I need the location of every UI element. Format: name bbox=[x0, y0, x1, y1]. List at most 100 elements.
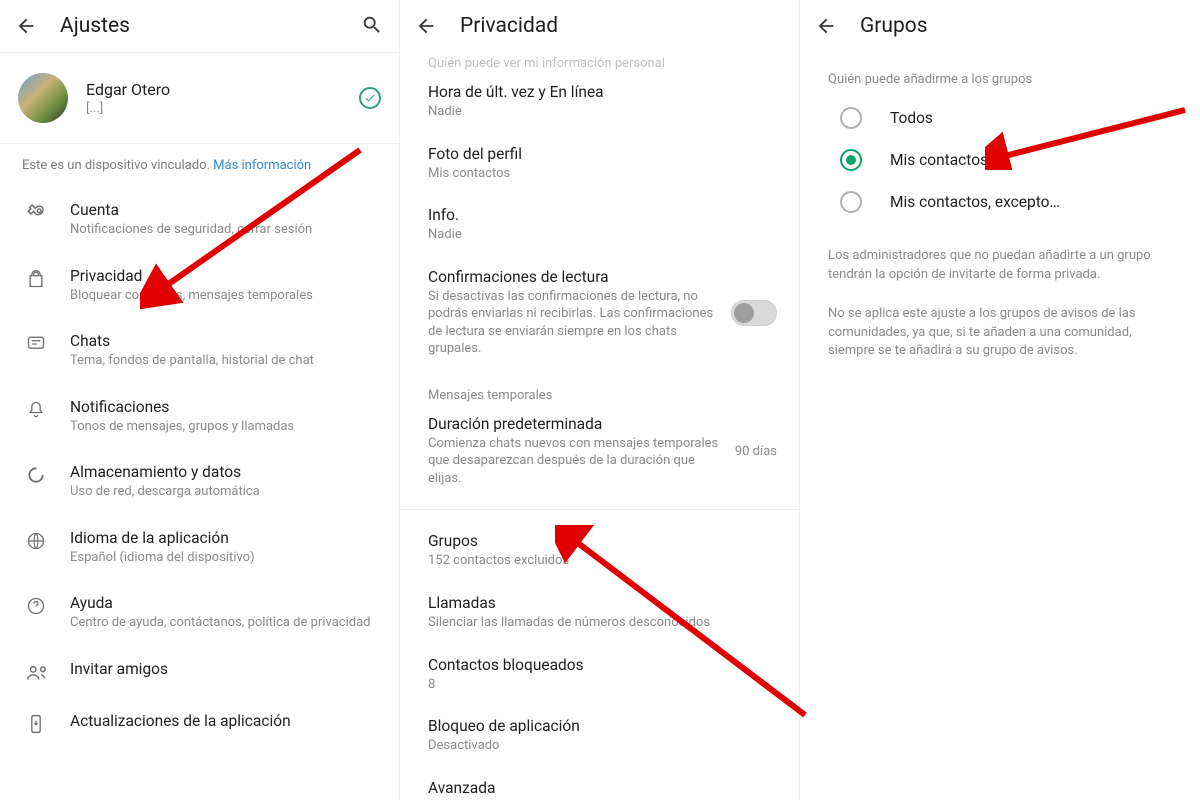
settings-sublabel: Bloquear contactos, mensajes temporales bbox=[70, 287, 381, 305]
radio-option-mis-contactos[interactable]: Mis contactos bbox=[800, 139, 1200, 181]
settings-item-almacenamiento[interactable]: Almacenamiento y datos Uso de red, desca… bbox=[0, 449, 399, 515]
item-sub: Desactivado bbox=[428, 737, 771, 755]
settings-label: Cuenta bbox=[70, 201, 381, 219]
settings-sublabel: Centro de ayuda, contáctanos, política d… bbox=[70, 614, 381, 632]
radio-label: Todos bbox=[890, 109, 933, 127]
header-privacidad: Privacidad bbox=[400, 0, 799, 52]
radio-label: Mis contactos bbox=[890, 151, 988, 169]
settings-item-invitar[interactable]: Invitar amigos bbox=[0, 646, 399, 698]
item-title: Avanzada bbox=[428, 779, 771, 797]
privacy-default-duration[interactable]: Duración predeterminada Comienza chats n… bbox=[400, 403, 799, 500]
settings-label: Notificaciones bbox=[70, 398, 381, 416]
settings-sublabel: Tema, fondos de pantalla, historial de c… bbox=[70, 352, 381, 370]
settings-sublabel: Tonos de mensajes, grupos y llamadas bbox=[70, 418, 381, 436]
settings-item-actualizaciones[interactable]: Actualizaciones de la aplicación bbox=[0, 698, 399, 748]
section-temp-messages: Mensajes temporales bbox=[400, 388, 799, 403]
settings-label: Almacenamiento y datos bbox=[70, 463, 381, 481]
item-title: Duración predeterminada bbox=[428, 415, 723, 433]
radio-option-todos[interactable]: Todos bbox=[800, 97, 1200, 139]
settings-label: Idioma de la aplicación bbox=[70, 529, 381, 547]
item-title: Llamadas bbox=[428, 594, 771, 612]
item-title: Bloqueo de aplicación bbox=[428, 717, 771, 735]
back-icon[interactable] bbox=[14, 14, 38, 38]
phone-update-icon bbox=[18, 712, 54, 734]
item-title: Confirmaciones de lectura bbox=[428, 268, 719, 286]
groups-note-1: Los administradores que no puedan añadir… bbox=[800, 237, 1200, 295]
header-title: Privacidad bbox=[460, 14, 558, 38]
settings-item-privacidad[interactable]: Privacidad Bloquear contactos, mensajes … bbox=[0, 253, 399, 319]
settings-label: Chats bbox=[70, 332, 381, 350]
radio-icon bbox=[840, 107, 862, 129]
privacy-read-receipts[interactable]: Confirmaciones de lectura Si desactivas … bbox=[400, 256, 799, 370]
item-sub: Mis contactos bbox=[428, 165, 771, 183]
radio-option-mis-contactos-excepto[interactable]: Mis contactos, excepto… bbox=[800, 181, 1200, 223]
panel-grupos: Grupos Quién puede añadirme a los grupos… bbox=[800, 0, 1200, 800]
help-icon bbox=[18, 594, 54, 616]
lock-icon bbox=[18, 267, 54, 289]
privacy-calls[interactable]: Llamadas Silenciar las llamadas de númer… bbox=[400, 582, 799, 644]
groups-note-2: No se aplica este ajuste a los grupos de… bbox=[800, 295, 1200, 372]
item-title: Info. bbox=[428, 206, 771, 224]
section-who-can-see: Quién puede ver mi información personal bbox=[400, 56, 799, 71]
back-icon[interactable] bbox=[414, 14, 438, 38]
verified-icon bbox=[359, 87, 381, 109]
people-icon bbox=[18, 660, 54, 684]
settings-item-notificaciones[interactable]: Notificaciones Tonos de mensajes, grupos… bbox=[0, 384, 399, 450]
privacy-last-seen[interactable]: Hora de últ. vez y En línea Nadie bbox=[400, 71, 799, 133]
privacy-blocked[interactable]: Contactos bloqueados 8 bbox=[400, 644, 799, 706]
item-sub: Nadie bbox=[428, 226, 771, 244]
linked-device-note: Este es un dispositivo vinculado. Más in… bbox=[0, 144, 399, 187]
item-title: Grupos bbox=[428, 532, 771, 550]
linked-note-text: Este es un dispositivo vinculado. bbox=[22, 158, 213, 173]
settings-label: Actualizaciones de la aplicación bbox=[70, 712, 381, 730]
privacy-advanced[interactable]: Avanzada Proteger la dirección IP en las… bbox=[400, 767, 799, 800]
radio-icon bbox=[840, 191, 862, 213]
globe-icon bbox=[18, 529, 54, 551]
avatar bbox=[18, 73, 68, 123]
item-sub: Comienza chats nuevos con mensajes tempo… bbox=[428, 435, 723, 488]
settings-item-chats[interactable]: Chats Tema, fondos de pantalla, historia… bbox=[0, 318, 399, 384]
groups-caption: Quién puede añadirme a los grupos bbox=[800, 52, 1200, 97]
panel-ajustes: Ajustes Edgar Otero [...] Este es un dis… bbox=[0, 0, 400, 800]
settings-item-ayuda[interactable]: Ayuda Centro de ayuda, contáctanos, polí… bbox=[0, 580, 399, 646]
data-usage-icon bbox=[18, 463, 54, 485]
item-sub: 8 bbox=[428, 676, 771, 694]
panel-privacidad: Privacidad Quién puede ver mi informació… bbox=[400, 0, 800, 800]
linked-note-link[interactable]: Más información bbox=[213, 158, 311, 173]
item-title: Hora de últ. vez y En línea bbox=[428, 83, 771, 101]
header-title: Ajustes bbox=[60, 14, 130, 38]
settings-item-idioma[interactable]: Idioma de la aplicación Español (idioma … bbox=[0, 515, 399, 581]
read-receipts-toggle[interactable] bbox=[731, 300, 777, 326]
item-sub: 152 contactos excluidos bbox=[428, 552, 771, 570]
duration-value: 90 días bbox=[735, 444, 777, 459]
header-title: Grupos bbox=[860, 14, 928, 38]
search-icon[interactable] bbox=[361, 14, 385, 38]
privacy-app-lock[interactable]: Bloqueo de aplicación Desactivado bbox=[400, 705, 799, 767]
item-sub: Nadie bbox=[428, 103, 771, 121]
privacy-info[interactable]: Info. Nadie bbox=[400, 194, 799, 256]
header-grupos: Grupos bbox=[800, 0, 1200, 52]
item-sub: Si desactivas las confirmaciones de lect… bbox=[428, 288, 719, 358]
profile-row[interactable]: Edgar Otero [...] bbox=[0, 53, 399, 143]
settings-item-cuenta[interactable]: Cuenta Notificaciones de seguridad, cerr… bbox=[0, 187, 399, 253]
item-title: Foto del perfil bbox=[428, 145, 771, 163]
item-title: Contactos bloqueados bbox=[428, 656, 771, 674]
privacy-photo[interactable]: Foto del perfil Mis contactos bbox=[400, 133, 799, 195]
header-ajustes: Ajustes bbox=[0, 0, 399, 52]
privacy-groups[interactable]: Grupos 152 contactos excluidos bbox=[400, 520, 799, 582]
settings-label: Invitar amigos bbox=[70, 660, 381, 678]
back-icon[interactable] bbox=[814, 14, 838, 38]
item-sub: Silenciar las llamadas de números descon… bbox=[428, 614, 771, 632]
radio-icon bbox=[840, 149, 862, 171]
settings-label: Privacidad bbox=[70, 267, 381, 285]
bell-icon bbox=[18, 398, 54, 420]
chat-icon bbox=[18, 332, 54, 354]
key-icon bbox=[18, 201, 54, 225]
radio-label: Mis contactos, excepto… bbox=[890, 193, 1060, 211]
profile-status: [...] bbox=[86, 101, 359, 116]
profile-name: Edgar Otero bbox=[86, 80, 359, 99]
settings-sublabel: Español (idioma del dispositivo) bbox=[70, 549, 381, 567]
settings-label: Ayuda bbox=[70, 594, 381, 612]
settings-sublabel: Notificaciones de seguridad, cerrar sesi… bbox=[70, 221, 381, 239]
settings-sublabel: Uso de red, descarga automática bbox=[70, 483, 381, 501]
